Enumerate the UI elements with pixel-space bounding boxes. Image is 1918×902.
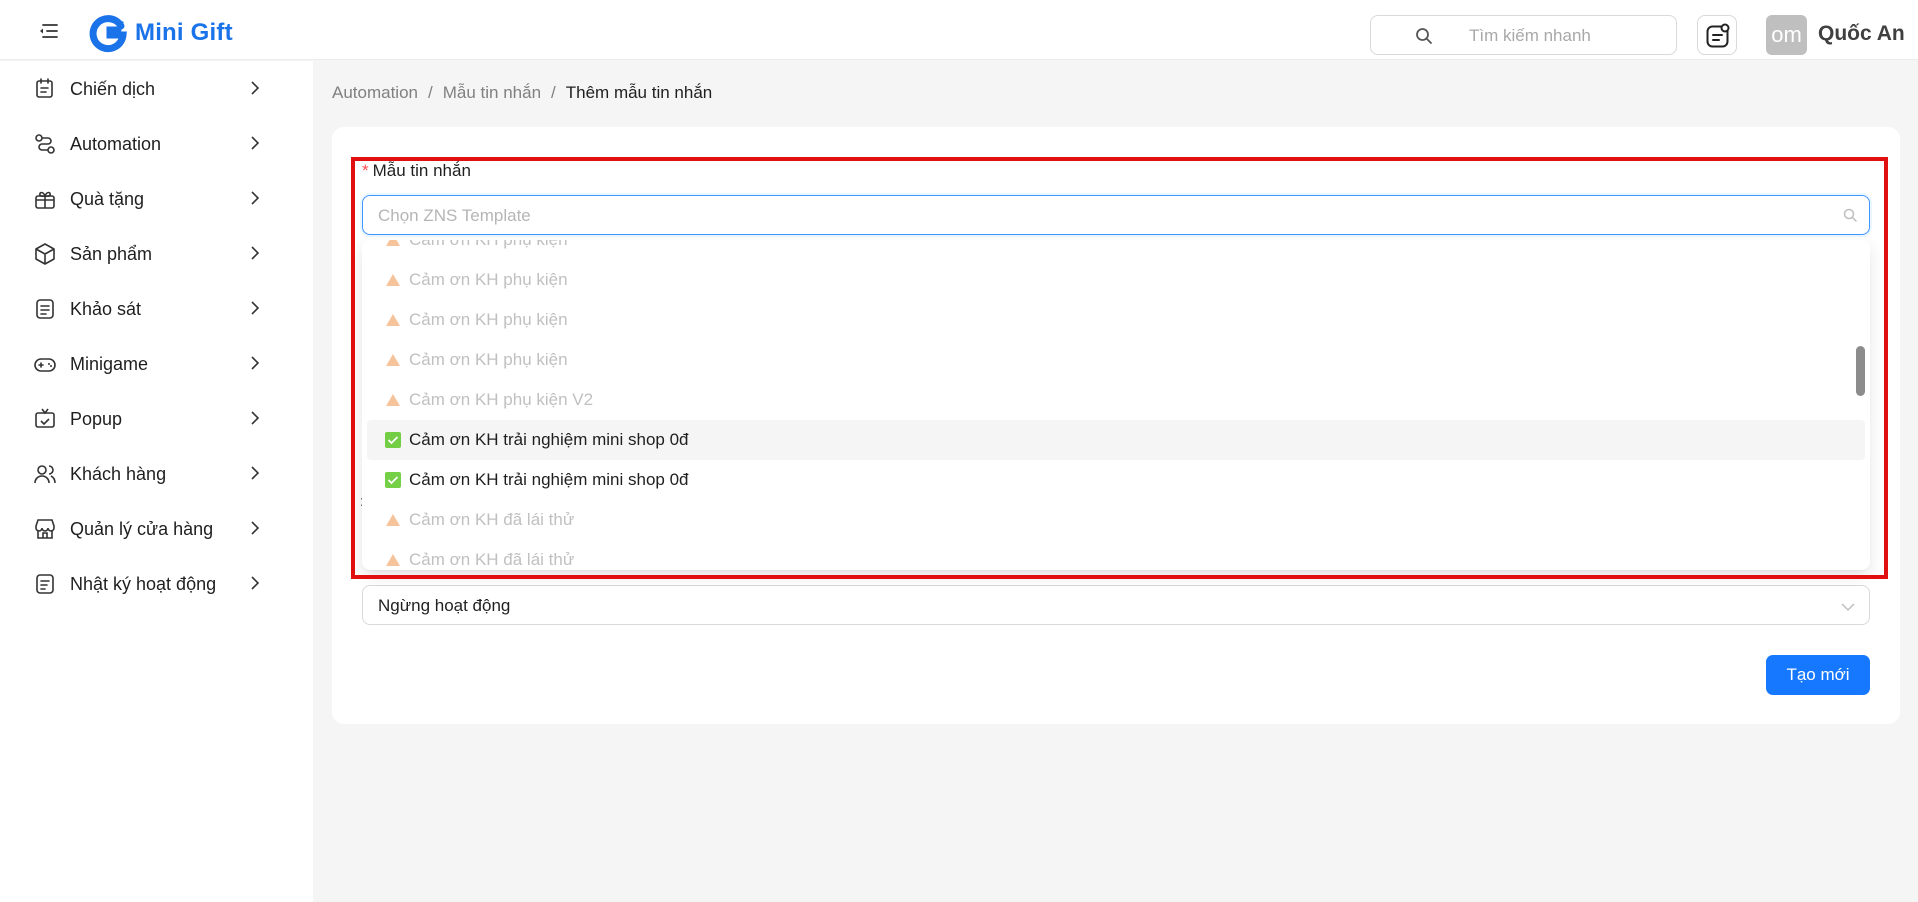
sidebar-item-minigame[interactable]: Minigame [0, 336, 313, 391]
dropdown-scrollbar[interactable] [1856, 346, 1865, 396]
chevron-right-icon [248, 246, 262, 260]
dropdown-option[interactable]: Cảm ơn KH phụ kiện [367, 260, 1865, 300]
search-icon [1843, 208, 1857, 222]
product-box-icon [33, 242, 57, 266]
brand-name: Mini Gift [135, 19, 233, 46]
template-dropdown: Cảm ơn KH phụ kiện Cảm ơn KH phụ kiện Cả… [362, 240, 1870, 570]
popup-icon [33, 407, 57, 431]
sidebar-item-label: Sản phẩm [70, 244, 153, 264]
dropdown-option[interactable]: Cảm ơn KH phụ kiện [367, 240, 1865, 260]
gift-icon [33, 187, 57, 211]
sidebar-item-label: Popup [70, 409, 123, 429]
campaign-icon [33, 77, 57, 101]
dropdown-option-active[interactable]: Cảm ơn KH trải nghiệm mini shop 0đ [367, 420, 1865, 460]
sidebar-item-label: Quà tặng [70, 189, 145, 209]
sidebar-item-label: Chiến dịch [70, 79, 156, 99]
sidebar-item-khach-hang[interactable]: Khách hàng [0, 446, 313, 501]
sidebar-item-label: Automation [70, 134, 162, 154]
chevron-right-icon [248, 301, 262, 315]
check-box-icon [385, 432, 401, 448]
automation-icon [33, 132, 57, 156]
user-name[interactable]: Quốc An [1818, 22, 1905, 46]
search-placeholder: Tìm kiếm nhanh [1469, 26, 1591, 45]
sidebar-item-popup[interactable]: Popup [0, 391, 313, 446]
menu-fold-icon[interactable] [38, 24, 60, 38]
sidebar-item-san-pham[interactable]: Sản phẩm [0, 226, 313, 281]
sidebar-item-qua-tang[interactable]: Quà tặng [0, 171, 313, 226]
template-select-placeholder: Chọn ZNS Template [378, 206, 531, 225]
sidebar-item-label: Khách hàng [70, 464, 167, 484]
warning-icon [385, 512, 401, 528]
warning-icon [385, 352, 401, 368]
sidebar-item-label: Khảo sát [70, 299, 142, 319]
check-box-icon [385, 472, 401, 488]
chevron-right-icon [248, 576, 262, 590]
top-header: Mini Gift Tìm kiếm nhanh om Quốc An [0, 0, 1918, 60]
warning-icon [385, 552, 401, 568]
sidebar-item-khao-sat[interactable]: Khảo sát [0, 281, 313, 336]
chevron-right-icon [248, 356, 262, 370]
sidebar-item-label: Quản lý cửa hàng [70, 519, 214, 539]
avatar[interactable]: om [1766, 15, 1807, 55]
warning-icon [385, 312, 401, 328]
warning-icon [385, 272, 401, 288]
chevron-right-icon [248, 191, 262, 205]
dropdown-option[interactable]: Cảm ơn KH phụ kiện [367, 300, 1865, 340]
warning-icon [385, 240, 401, 248]
warning-icon [385, 392, 401, 408]
breadcrumb-automation[interactable]: Automation [332, 83, 418, 102]
create-button[interactable]: Tạo mới [1766, 655, 1870, 695]
status-select-value: Ngừng hoạt động [378, 596, 511, 615]
notification-icon [1706, 23, 1730, 48]
chevron-down-icon [1841, 600, 1855, 614]
customers-icon [33, 462, 57, 486]
gamepad-icon [33, 352, 57, 376]
sidebar-item-label: Nhật ký hoạt động [70, 574, 217, 594]
dropdown-option[interactable]: Cảm ơn KH trải nghiệm mini shop 0đ [367, 460, 1865, 500]
brand-logo-icon [88, 13, 128, 53]
template-field-label: * Mẫu tin nhắn [362, 161, 471, 180]
survey-icon [33, 297, 57, 321]
dropdown-option[interactable]: Cảm ơn KH phụ kiện V2 [367, 380, 1865, 420]
breadcrumb-current: Thêm mẫu tin nhắn [565, 83, 713, 102]
sidebar-item-quan-ly-cua-hang[interactable]: Quản lý cửa hàng [0, 501, 313, 556]
chevron-right-icon [248, 81, 262, 95]
store-icon [33, 517, 57, 541]
breadcrumb: Automation / Mẫu tin nhắn / Thêm mẫu tin nhắ… [332, 83, 713, 102]
breadcrumb-mau-tin-nhan[interactable]: Mẫu tin nhắn [443, 83, 541, 102]
chevron-right-icon [248, 521, 262, 535]
status-select[interactable]: Ngừng hoạt động [362, 585, 1870, 625]
quick-search[interactable]: Tìm kiếm nhanh [1370, 15, 1677, 55]
template-select[interactable]: Chọn ZNS Template [362, 195, 1870, 235]
sidebar-item-nhat-ky-hoat-dong[interactable]: Nhật ký hoạt động [0, 556, 313, 611]
activity-log-icon [33, 572, 57, 596]
dropdown-option[interactable]: Cảm ơn KH đã lái thử [367, 500, 1865, 540]
chevron-right-icon [248, 136, 262, 150]
dropdown-option[interactable]: Cảm ơn KH phụ kiện [367, 340, 1865, 380]
sidebar-item-chien-dich[interactable]: Chiến dịch [0, 61, 313, 116]
sidebar-item-label: Minigame [70, 354, 149, 374]
chevron-right-icon [248, 411, 262, 425]
chevron-right-icon [248, 466, 262, 480]
required-mark: * [362, 161, 369, 180]
sidebar: Chiến dịch Automation Quà tặng Sản phẩm … [0, 61, 313, 902]
search-icon [1415, 27, 1433, 45]
notification-button[interactable] [1697, 15, 1737, 55]
sidebar-item-automation[interactable]: Automation [0, 116, 313, 171]
dropdown-option[interactable]: Cảm ơn KH đã lái thử [367, 540, 1865, 570]
